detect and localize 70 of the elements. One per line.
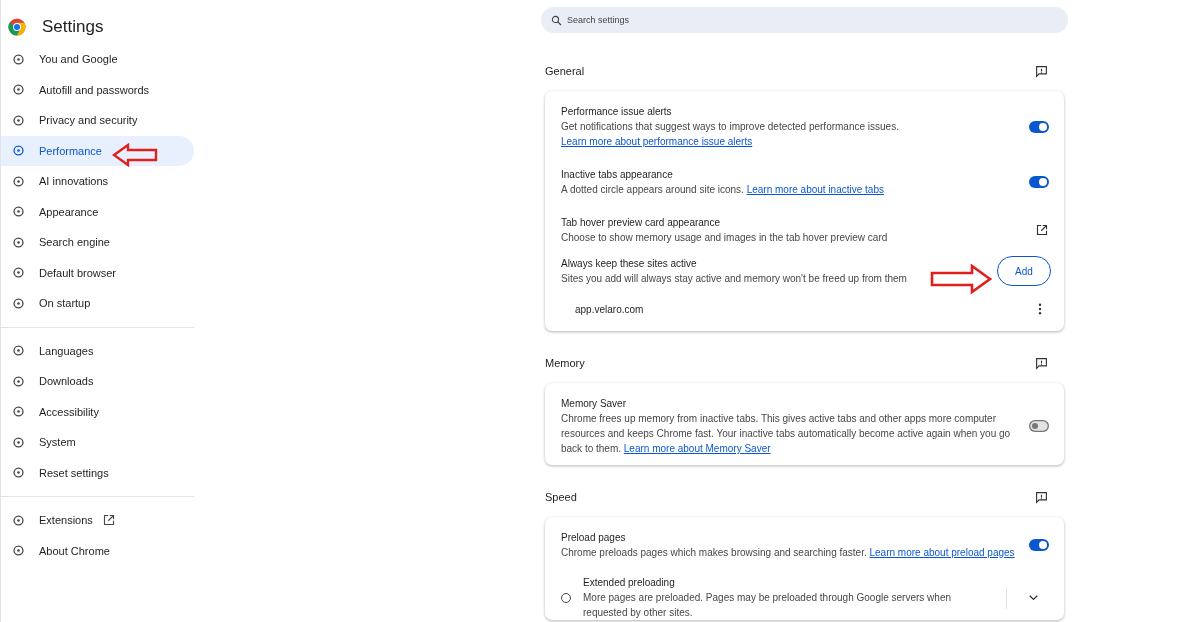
nav-icon bbox=[12, 544, 25, 558]
toggle-switch[interactable] bbox=[1029, 120, 1049, 133]
chevron-down-icon[interactable] bbox=[1029, 594, 1038, 601]
nav-icon bbox=[12, 405, 25, 419]
external-link-icon[interactable] bbox=[1036, 224, 1048, 236]
add-button[interactable]: Add bbox=[997, 256, 1051, 286]
nav-icon bbox=[12, 52, 25, 66]
settings-title: Settings bbox=[42, 17, 104, 37]
sidebar-item[interactable]: AI innovations bbox=[1, 166, 194, 197]
sidebar-item[interactable]: On startup bbox=[1, 288, 194, 319]
setting-description: Sites you add will always stay active and memory won't be freed up from them bbox=[561, 272, 908, 286]
chrome-logo-icon bbox=[8, 18, 26, 36]
annotation-arrow bbox=[112, 143, 158, 167]
setting-title: Performance issue alerts bbox=[561, 105, 673, 119]
nav-icon bbox=[12, 266, 25, 280]
sidebar-item[interactable]: You and Google bbox=[1, 44, 194, 75]
annotation-arrow bbox=[930, 264, 992, 294]
setting-description: More pages are preloaded. Pages may be preloaded through Google servers when requested by other sites. bbox=[583, 591, 952, 620]
setting-title: Memory Saver bbox=[561, 397, 627, 411]
section-title: Memory bbox=[545, 357, 585, 369]
sidebar-item[interactable]: Performance bbox=[1, 135, 194, 166]
nav-icon bbox=[12, 205, 25, 219]
sidebar-item[interactable]: Downloads bbox=[1, 366, 194, 397]
nav-icon bbox=[12, 513, 25, 527]
sidebar-item[interactable]: Languages bbox=[1, 335, 194, 366]
nav-icon bbox=[12, 113, 25, 127]
learn-more-link[interactable]: Learn more about performance issue alerts bbox=[561, 136, 753, 147]
nav-icon bbox=[12, 374, 25, 388]
sidebar-item[interactable]: Appearance bbox=[1, 196, 194, 227]
nav-icon bbox=[12, 296, 25, 310]
setting-title: Extended preloading bbox=[583, 576, 676, 590]
sidebar-item[interactable]: System bbox=[1, 427, 194, 458]
sidebar-item[interactable]: Accessibility bbox=[1, 396, 194, 427]
sidebar-item[interactable]: Extensions bbox=[1, 505, 194, 536]
sidebar-item[interactable]: Search engine bbox=[1, 227, 194, 258]
setting-description: Choose to show memory usage and images in the tab hover preview card bbox=[561, 231, 889, 245]
setting-description: Chrome preloads pages which makes browsing and searching faster. Learn more about preload pages bbox=[561, 546, 1016, 560]
feedback-icon[interactable] bbox=[1035, 490, 1048, 504]
sidebar-item[interactable]: About Chrome bbox=[1, 535, 194, 566]
section-title: General bbox=[545, 65, 585, 77]
section-title: Speed bbox=[545, 491, 577, 503]
learn-more-link[interactable]: Learn more about inactive tabs bbox=[746, 184, 884, 195]
nav-icon bbox=[12, 466, 25, 480]
sidebar-item[interactable]: Autofill and passwords bbox=[1, 74, 194, 105]
site-name: app.velaro.com bbox=[575, 303, 644, 315]
setting-description: A dotted circle appears around site icons. Learn more about inactive tabs bbox=[561, 183, 885, 197]
nav-icon bbox=[12, 83, 25, 97]
sidebar-item[interactable]: Default browser bbox=[1, 257, 194, 288]
learn-more-link[interactable]: Learn more about Memory Saver bbox=[623, 443, 771, 454]
setting-title: Preload pages bbox=[561, 531, 627, 545]
nav-icon bbox=[12, 144, 25, 158]
setting-title: Inactive tabs appearance bbox=[561, 168, 674, 182]
setting-description: Get notifications that suggest ways to improve detected performance issues. Learn more about performance issue alerts bbox=[561, 120, 900, 149]
sidebar-item[interactable]: Privacy and security bbox=[1, 105, 194, 136]
setting-title: Tab hover preview card appearance bbox=[561, 216, 721, 230]
setting-description: Chrome frees up memory from inactive tabs. This gives active tabs and other apps more computer resources and keeps Chrome fast. Your inactive tabs automatically become active again when you go back to them. Learn more about Memory Saver bbox=[561, 412, 1012, 456]
toggle-switch[interactable] bbox=[1029, 420, 1049, 432]
nav-icon bbox=[12, 344, 25, 358]
toggle-switch[interactable] bbox=[1029, 539, 1049, 551]
setting-title: Always keep these sites active bbox=[561, 257, 698, 271]
feedback-icon[interactable] bbox=[1035, 64, 1048, 78]
learn-more-link[interactable]: Learn more about preload pages bbox=[869, 547, 1015, 558]
more-icon[interactable] bbox=[1038, 303, 1042, 315]
toggle-switch[interactable] bbox=[1029, 176, 1049, 188]
feedback-icon[interactable] bbox=[1035, 356, 1048, 370]
nav-icon bbox=[12, 174, 25, 188]
nav-icon bbox=[12, 435, 25, 449]
nav-icon bbox=[12, 235, 25, 249]
search-field[interactable]: Search settings bbox=[541, 7, 1068, 33]
sidebar-item[interactable]: Reset settings bbox=[1, 457, 194, 488]
